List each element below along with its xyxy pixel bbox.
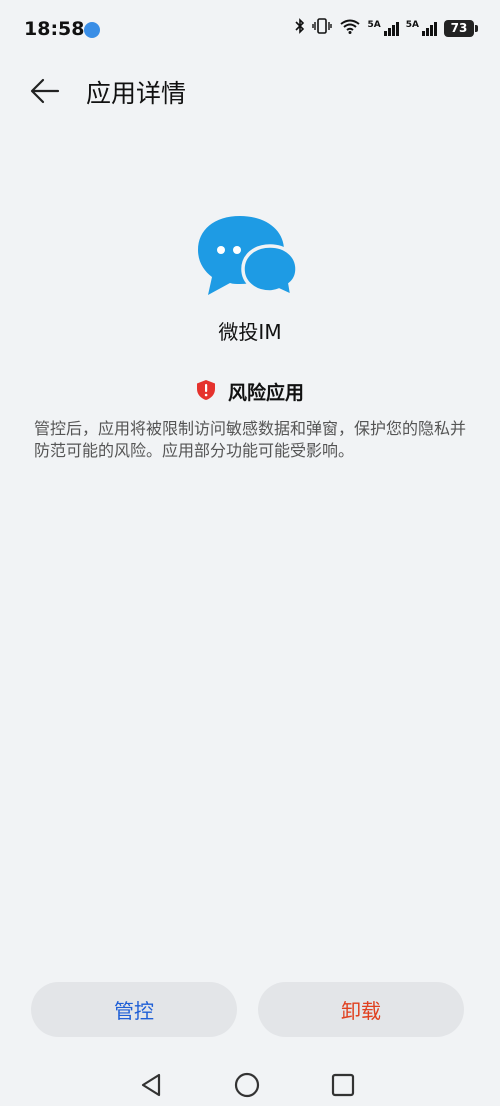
battery-icon: 73 [444, 19, 478, 37]
nav-recents-icon[interactable] [330, 1072, 356, 1098]
status-icons: 5A 5A 73 [294, 18, 478, 38]
chat-bubbles-icon [196, 214, 300, 299]
status-time: 18:58 [24, 18, 85, 40]
risk-description: 管控后，应用将被限制访问敏感数据和弹窗，保护您的隐私并防范可能的风险。应用部分功… [34, 419, 467, 460]
uninstall-button[interactable]: 卸载 [258, 982, 464, 1037]
signal-label: 5A [367, 20, 381, 30]
shield-alert-icon [196, 379, 216, 405]
app-notification-icon [84, 22, 100, 38]
signal-icon: 5A [368, 20, 399, 36]
bluetooth-icon [294, 18, 305, 38]
page-title: 应用详情 [86, 79, 187, 108]
status-bar: 18:58 5A 5A 73 [0, 0, 500, 60]
risk-row: 风险应用 [0, 378, 500, 405]
risk-label: 风险应用 [227, 382, 304, 404]
wifi-icon [339, 18, 361, 38]
manage-button[interactable]: 管控 [31, 982, 237, 1037]
navigation-bar [0, 1066, 500, 1106]
signal-label: 5A [405, 20, 419, 30]
nav-home-icon[interactable] [234, 1072, 260, 1098]
header: 应用详情 [0, 62, 500, 120]
back-arrow-icon[interactable] [28, 76, 62, 106]
vibrate-icon [311, 18, 332, 38]
signal-icon: 5A [406, 20, 437, 36]
nav-back-icon[interactable] [138, 1072, 164, 1098]
app-name: 微投IM [218, 320, 282, 344]
